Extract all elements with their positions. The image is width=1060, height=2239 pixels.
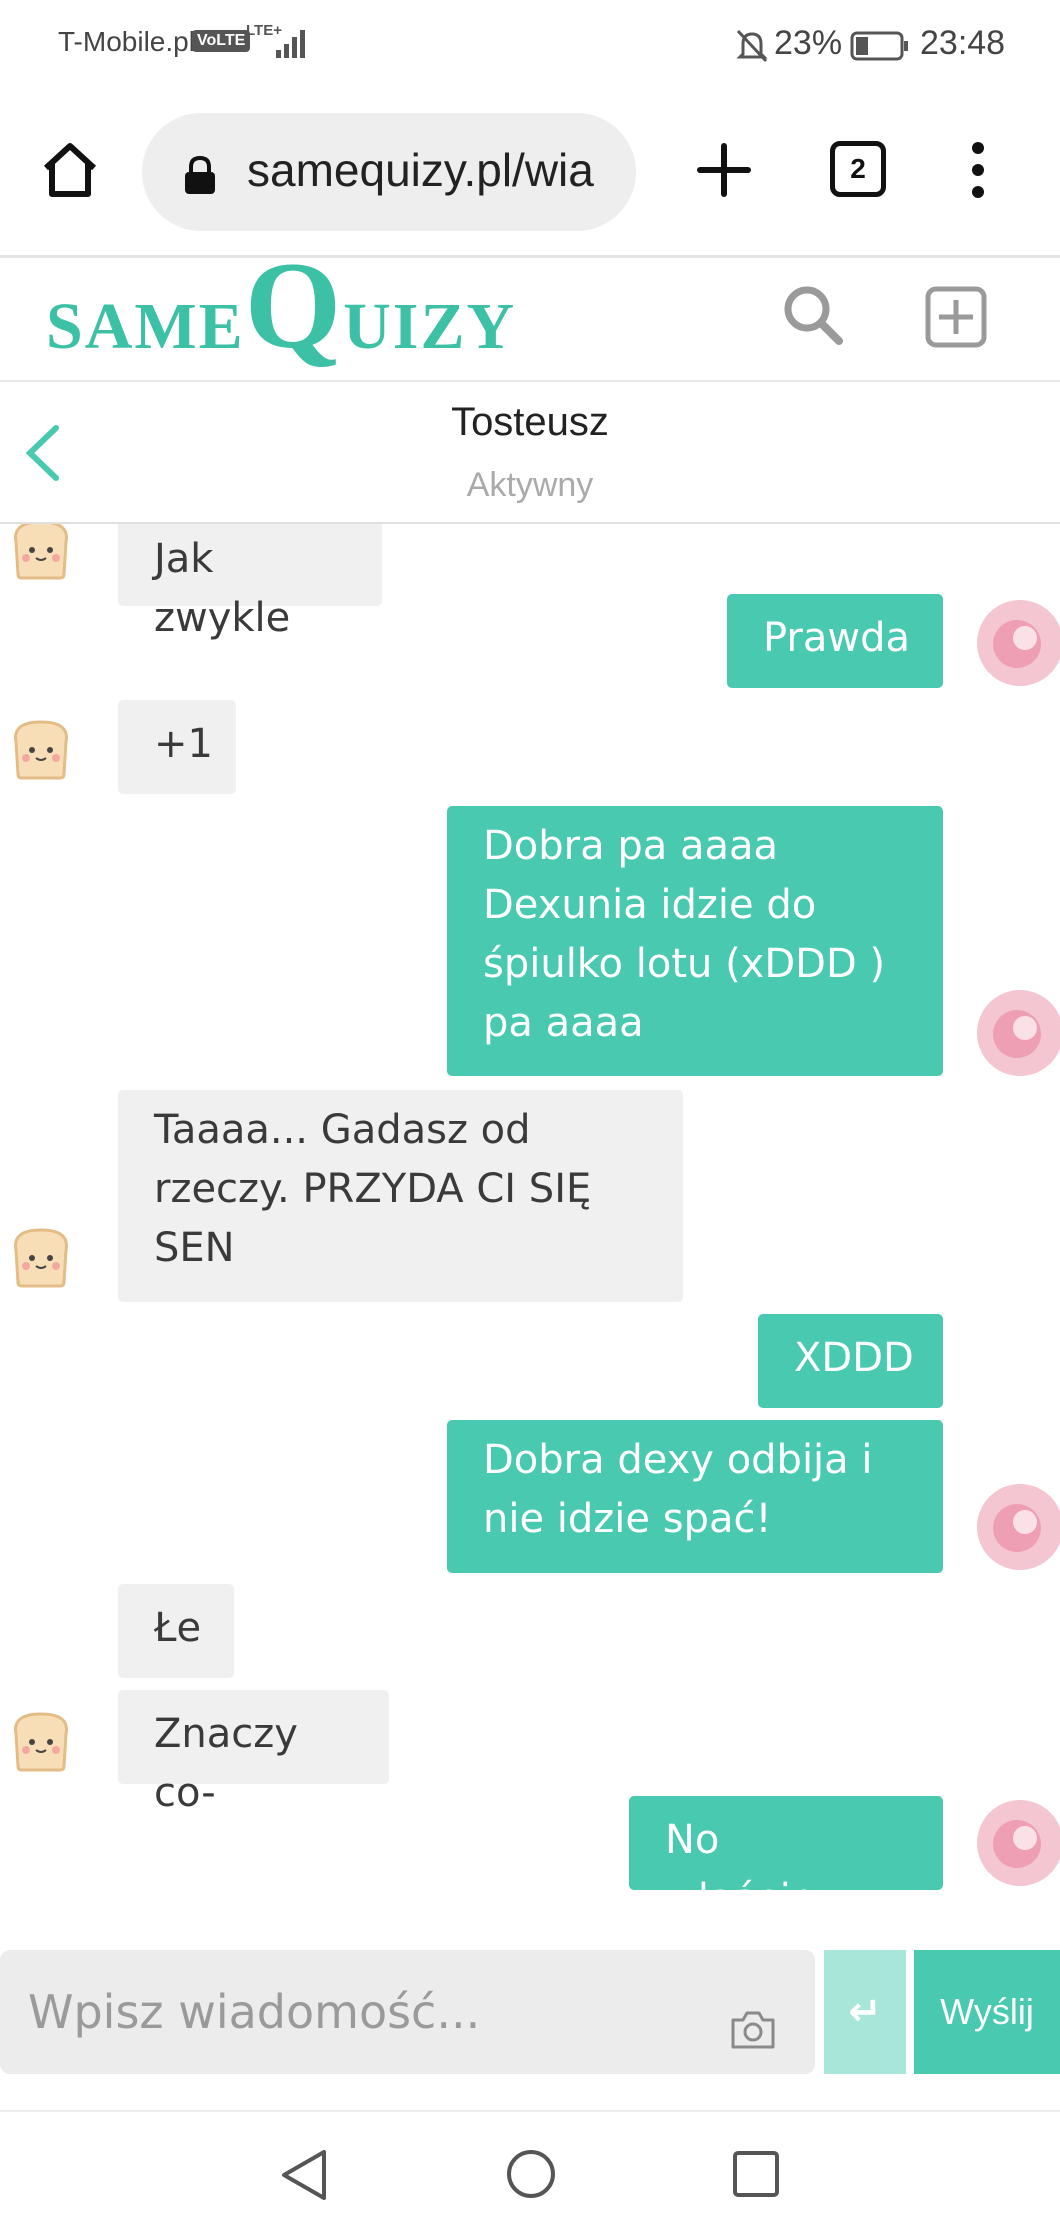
message-incoming: Taaaa... Gadasz od rzeczy. PRZYDA CI SIĘ… <box>118 1090 683 1302</box>
status-bar: T-Mobile.pl VoLTE LTE+ 23% 23:48 <box>0 0 1060 95</box>
message-incoming: Znaczy co- <box>118 1690 389 1816</box>
url-text: samequizy.pl/wia <box>247 144 594 196</box>
toast-avatar-icon[interactable] <box>6 1220 76 1290</box>
toast-avatar-icon[interactable] <box>6 1704 76 1774</box>
pink-avatar-image <box>977 990 1060 1076</box>
message-incoming: +1 <box>118 700 236 794</box>
toast-avatar-icon[interactable] <box>6 712 76 782</box>
plus-icon[interactable] <box>694 140 754 200</box>
browser-toolbar: samequizy.pl/wia 2 <box>0 95 1060 258</box>
signal-icon <box>276 30 305 58</box>
message-input[interactable] <box>0 1950 815 2074</box>
message-line: nie idzie spać! <box>483 1496 772 1542</box>
user-avatar[interactable] <box>977 990 1060 1076</box>
home-icon[interactable] <box>40 140 100 200</box>
contact-status: Aktywny <box>466 466 594 504</box>
pink-avatar-image <box>977 1484 1060 1570</box>
logo-same: SAME <box>46 290 245 363</box>
battery-icon <box>850 31 908 61</box>
message-line: Dobra pa aaaa <box>483 823 778 869</box>
contact-name: Tosteusz <box>451 400 609 444</box>
pink-avatar-image <box>977 600 1060 686</box>
message-incoming: Łe <box>118 1584 234 1678</box>
message-line: rzeczy. PRZYDA CI SIĘ <box>154 1166 592 1212</box>
message-outgoing: Dobra pa aaaa Dexunia idzie do śpiulko l… <box>447 806 943 1076</box>
bell-off-icon <box>736 29 768 63</box>
volte-badge: VoLTE <box>192 30 251 52</box>
address-bar[interactable]: samequizy.pl/wia <box>142 113 636 231</box>
pink-avatar-image <box>977 1800 1060 1886</box>
user-avatar[interactable] <box>977 1800 1060 1886</box>
logo-q: Q <box>244 237 344 374</box>
message-line: śpiulko lotu (xDDD ) <box>483 941 886 987</box>
message-composer: ↵ Wyślij <box>0 1950 1060 2076</box>
message-outgoing: No właśnie... <box>629 1796 943 1914</box>
message-line: pa aaaa <box>483 1000 644 1046</box>
clock: 23:48 <box>920 24 1006 62</box>
site-header: SAME Q UIZY <box>0 244 1060 382</box>
enter-icon: ↵ <box>848 1989 882 2035</box>
more-vert-icon[interactable] <box>960 140 996 200</box>
lock-icon <box>185 155 215 194</box>
battery-percent: 23% <box>774 24 843 62</box>
message-line: SEN <box>154 1225 235 1271</box>
send-button[interactable]: Wyślij <box>914 1950 1060 2074</box>
nav-home-icon[interactable] <box>505 2148 557 2200</box>
toast-avatar-icon[interactable] <box>6 524 76 582</box>
chat-header: Tosteusz Aktywny <box>0 382 1060 524</box>
message-line: Taaaa... Gadasz od <box>154 1107 531 1153</box>
carrier-name: T-Mobile.pl <box>58 26 195 57</box>
nav-recents-icon[interactable] <box>732 2150 780 2198</box>
add-square-icon[interactable] <box>925 286 987 348</box>
message-list[interactable]: Jak zwykle Prawda +1 Dobra pa aaaa Dexun… <box>0 524 1060 1914</box>
samequizy-logo[interactable]: SAME Q UIZY <box>46 244 517 372</box>
tabs-icon[interactable]: 2 <box>830 141 886 197</box>
search-icon[interactable] <box>782 284 844 346</box>
message-incoming: Jak zwykle <box>118 524 382 641</box>
message-outgoing: Dobra dexy odbija i nie idzie spać! <box>447 1420 943 1573</box>
message-line: Dexunia idzie do <box>483 882 817 928</box>
camera-icon[interactable] <box>730 2010 776 2050</box>
message-outgoing: XDDD <box>758 1314 943 1408</box>
logo-uizy: UIZY <box>343 290 517 363</box>
message-outgoing: Prawda <box>727 594 943 688</box>
user-avatar[interactable] <box>977 1484 1060 1570</box>
message-line: Dobra dexy odbija i <box>483 1437 873 1483</box>
system-nav-bar <box>0 2110 1060 2239</box>
enter-button[interactable]: ↵ <box>824 1950 906 2074</box>
nav-back-icon[interactable] <box>280 2148 328 2202</box>
user-avatar[interactable] <box>977 600 1060 686</box>
